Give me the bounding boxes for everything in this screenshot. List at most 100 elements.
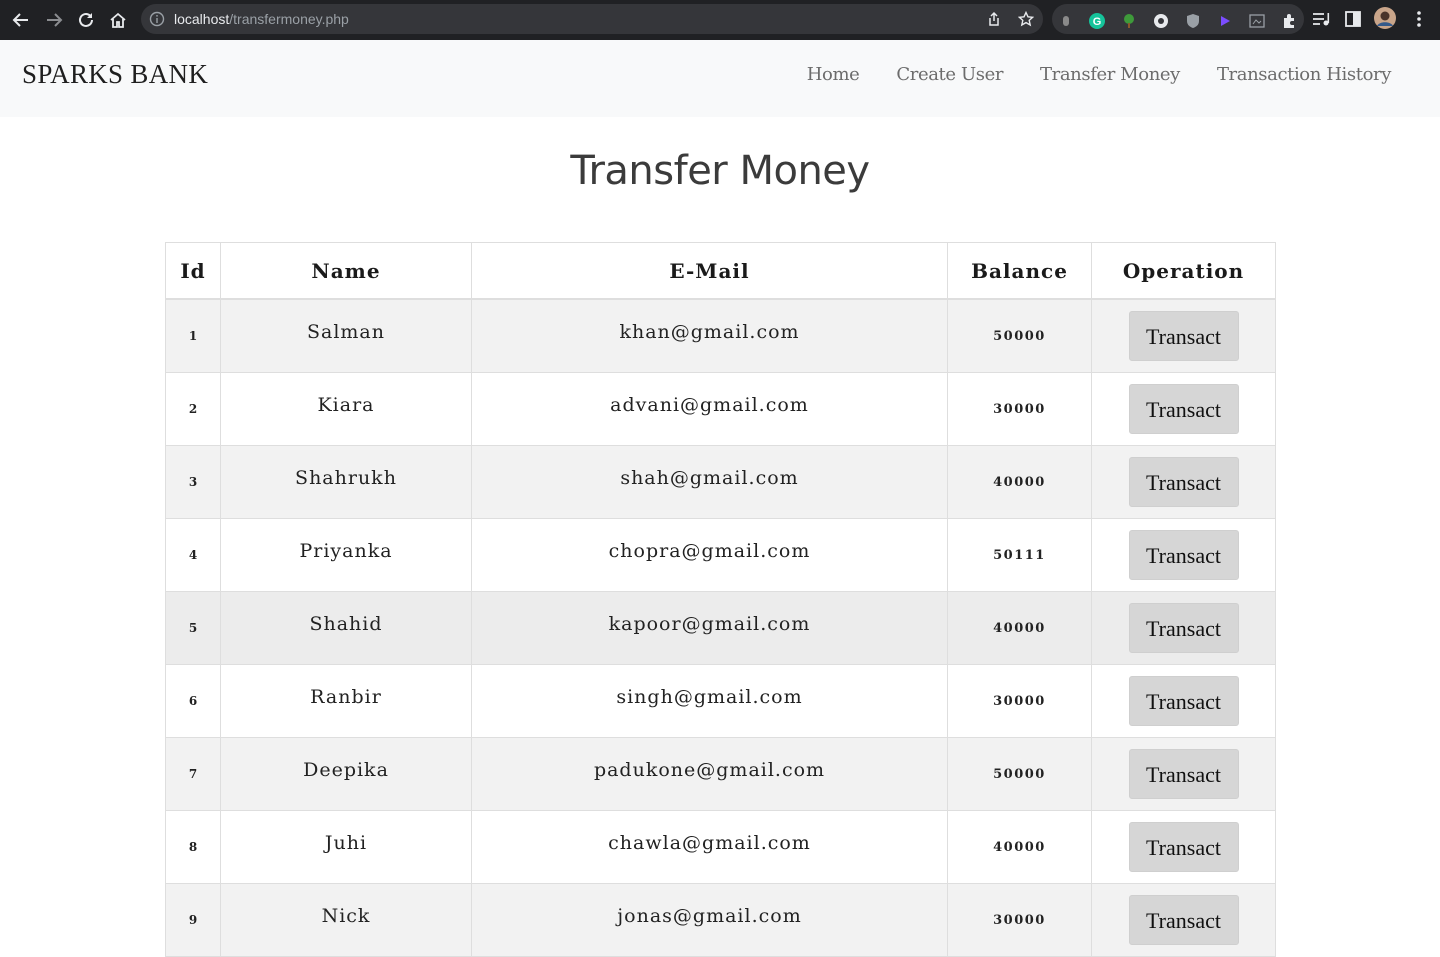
- cell-email: chawla@gmail.com: [471, 810, 948, 884]
- cell-name: Juhi: [220, 810, 472, 884]
- brand-logo-text[interactable]: SPARKS BANK: [22, 59, 208, 90]
- cell-email: jonas@gmail.com: [471, 883, 948, 957]
- cell-name: Salman: [220, 298, 472, 373]
- table-header-row: Id Name E-Mail Balance Operation: [165, 242, 1276, 300]
- back-arrow-icon[interactable]: [9, 8, 33, 32]
- page-title: Transfer Money: [570, 148, 870, 194]
- table-row: 7 Deepika padukone@gmail.com 50000 Transact: [165, 737, 1276, 811]
- shield-icon[interactable]: [1185, 13, 1201, 29]
- cell-email: padukone@gmail.com: [471, 737, 948, 811]
- cell-name: Priyanka: [220, 518, 472, 592]
- cell-id: 8: [165, 810, 221, 884]
- cell-operation: Transact: [1091, 883, 1276, 957]
- transact-button[interactable]: Transact: [1128, 895, 1239, 945]
- cell-name: Ranbir: [220, 664, 472, 738]
- table-row: 4 Priyanka chopra@gmail.com 50111 Transact: [165, 518, 1276, 592]
- tree-extension-icon[interactable]: [1121, 13, 1137, 29]
- cell-balance: 30000: [947, 883, 1092, 957]
- cell-balance: 30000: [947, 664, 1092, 738]
- cell-operation: Transact: [1091, 737, 1276, 811]
- cell-balance: 50000: [947, 298, 1092, 373]
- nav-link-transfer-money[interactable]: Transfer Money: [1040, 64, 1180, 85]
- extension-gray-icon[interactable]: [1058, 13, 1074, 29]
- extensions-puzzle-icon[interactable]: [1281, 13, 1297, 29]
- cell-operation: Transact: [1091, 298, 1276, 373]
- transact-button[interactable]: Transact: [1128, 603, 1239, 653]
- address-bar[interactable]: localhost/transfermoney.php: [141, 4, 1043, 34]
- cell-email: chopra@gmail.com: [471, 518, 948, 592]
- column-header-email: E-Mail: [471, 242, 948, 300]
- cell-email: shah@gmail.com: [471, 445, 948, 519]
- table-row: 3 Shahrukh shah@gmail.com 40000 Transact: [165, 445, 1276, 519]
- url-host: localhost: [174, 11, 230, 27]
- browser-menu-icon[interactable]: [1410, 10, 1428, 28]
- transact-button[interactable]: Transact: [1128, 311, 1239, 361]
- transact-button[interactable]: Transact: [1128, 676, 1239, 726]
- nav-link-create-user[interactable]: Create User: [896, 64, 1003, 85]
- url-path: /transfermoney.php: [229, 11, 349, 27]
- column-header-operation: Operation: [1091, 242, 1276, 300]
- site-navbar: SPARKS BANK Home Create User Transfer Mo…: [0, 40, 1440, 117]
- cell-name: Shahid: [220, 591, 472, 665]
- cell-operation: Transact: [1091, 445, 1276, 519]
- screen-extension-icon[interactable]: [1249, 13, 1265, 29]
- cell-id: 4: [165, 518, 221, 592]
- cell-id: 5: [165, 591, 221, 665]
- transact-button[interactable]: Transact: [1128, 749, 1239, 799]
- cell-name: Kiara: [220, 372, 472, 446]
- table-row: 5 Shahid kapoor@gmail.com 40000 Transact: [165, 591, 1276, 665]
- cell-balance: 30000: [947, 372, 1092, 446]
- grammarly-icon[interactable]: G: [1089, 13, 1105, 29]
- cell-email: khan@gmail.com: [471, 298, 948, 373]
- bookmark-star-icon[interactable]: [1017, 10, 1035, 28]
- table-row: 8 Juhi chawla@gmail.com 40000 Transact: [165, 810, 1276, 884]
- table-row: 2 Kiara advani@gmail.com 30000 Transact: [165, 372, 1276, 446]
- browser-toolbar: localhost/transfermoney.php G: [0, 0, 1440, 40]
- nav-link-transaction-history[interactable]: Transaction History: [1217, 64, 1391, 85]
- home-icon[interactable]: [106, 8, 130, 32]
- cell-operation: Transact: [1091, 810, 1276, 884]
- cell-name: Nick: [220, 883, 472, 957]
- cell-email: singh@gmail.com: [471, 664, 948, 738]
- transact-button[interactable]: Transact: [1128, 530, 1239, 580]
- media-controls-icon[interactable]: [1312, 10, 1330, 28]
- circle-extension-icon[interactable]: [1153, 13, 1169, 29]
- cell-balance: 50000: [947, 737, 1092, 811]
- site-info-icon[interactable]: [149, 11, 165, 27]
- cell-id: 2: [165, 372, 221, 446]
- transact-button[interactable]: Transact: [1128, 384, 1239, 434]
- side-panel-icon[interactable]: [1344, 10, 1362, 28]
- cell-operation: Transact: [1091, 372, 1276, 446]
- cell-operation: Transact: [1091, 664, 1276, 738]
- cell-name: Deepika: [220, 737, 472, 811]
- nav-link-home[interactable]: Home: [807, 64, 860, 85]
- extensions-bar: G: [1052, 4, 1304, 34]
- forward-arrow-icon[interactable]: [42, 8, 66, 32]
- column-header-balance: Balance: [947, 242, 1092, 300]
- cell-id: 7: [165, 737, 221, 811]
- reload-icon[interactable]: [74, 8, 98, 32]
- cell-balance: 50111: [947, 518, 1092, 592]
- cell-balance: 40000: [947, 445, 1092, 519]
- users-table: Id Name E-Mail Balance Operation 1 Salman…: [165, 242, 1276, 957]
- cell-balance: 40000: [947, 810, 1092, 884]
- column-header-id: Id: [165, 242, 221, 300]
- cell-id: 3: [165, 445, 221, 519]
- cell-id: 6: [165, 664, 221, 738]
- profile-avatar[interactable]: [1374, 7, 1396, 29]
- transact-button[interactable]: Transact: [1128, 457, 1239, 507]
- cell-email: kapoor@gmail.com: [471, 591, 948, 665]
- cell-id: 1: [165, 298, 221, 373]
- play-extension-icon[interactable]: [1217, 13, 1233, 29]
- cell-operation: Transact: [1091, 518, 1276, 592]
- cell-operation: Transact: [1091, 591, 1276, 665]
- cell-email: advani@gmail.com: [471, 372, 948, 446]
- table-row: 6 Ranbir singh@gmail.com 30000 Transact: [165, 664, 1276, 738]
- cell-balance: 40000: [947, 591, 1092, 665]
- cell-id: 9: [165, 883, 221, 957]
- url-text: localhost/transfermoney.php: [174, 4, 349, 34]
- transact-button[interactable]: Transact: [1128, 822, 1239, 872]
- nav-links: Home Create User Transfer Money Transact…: [770, 64, 1392, 85]
- cell-name: Shahrukh: [220, 445, 472, 519]
- share-icon[interactable]: [985, 10, 1003, 28]
